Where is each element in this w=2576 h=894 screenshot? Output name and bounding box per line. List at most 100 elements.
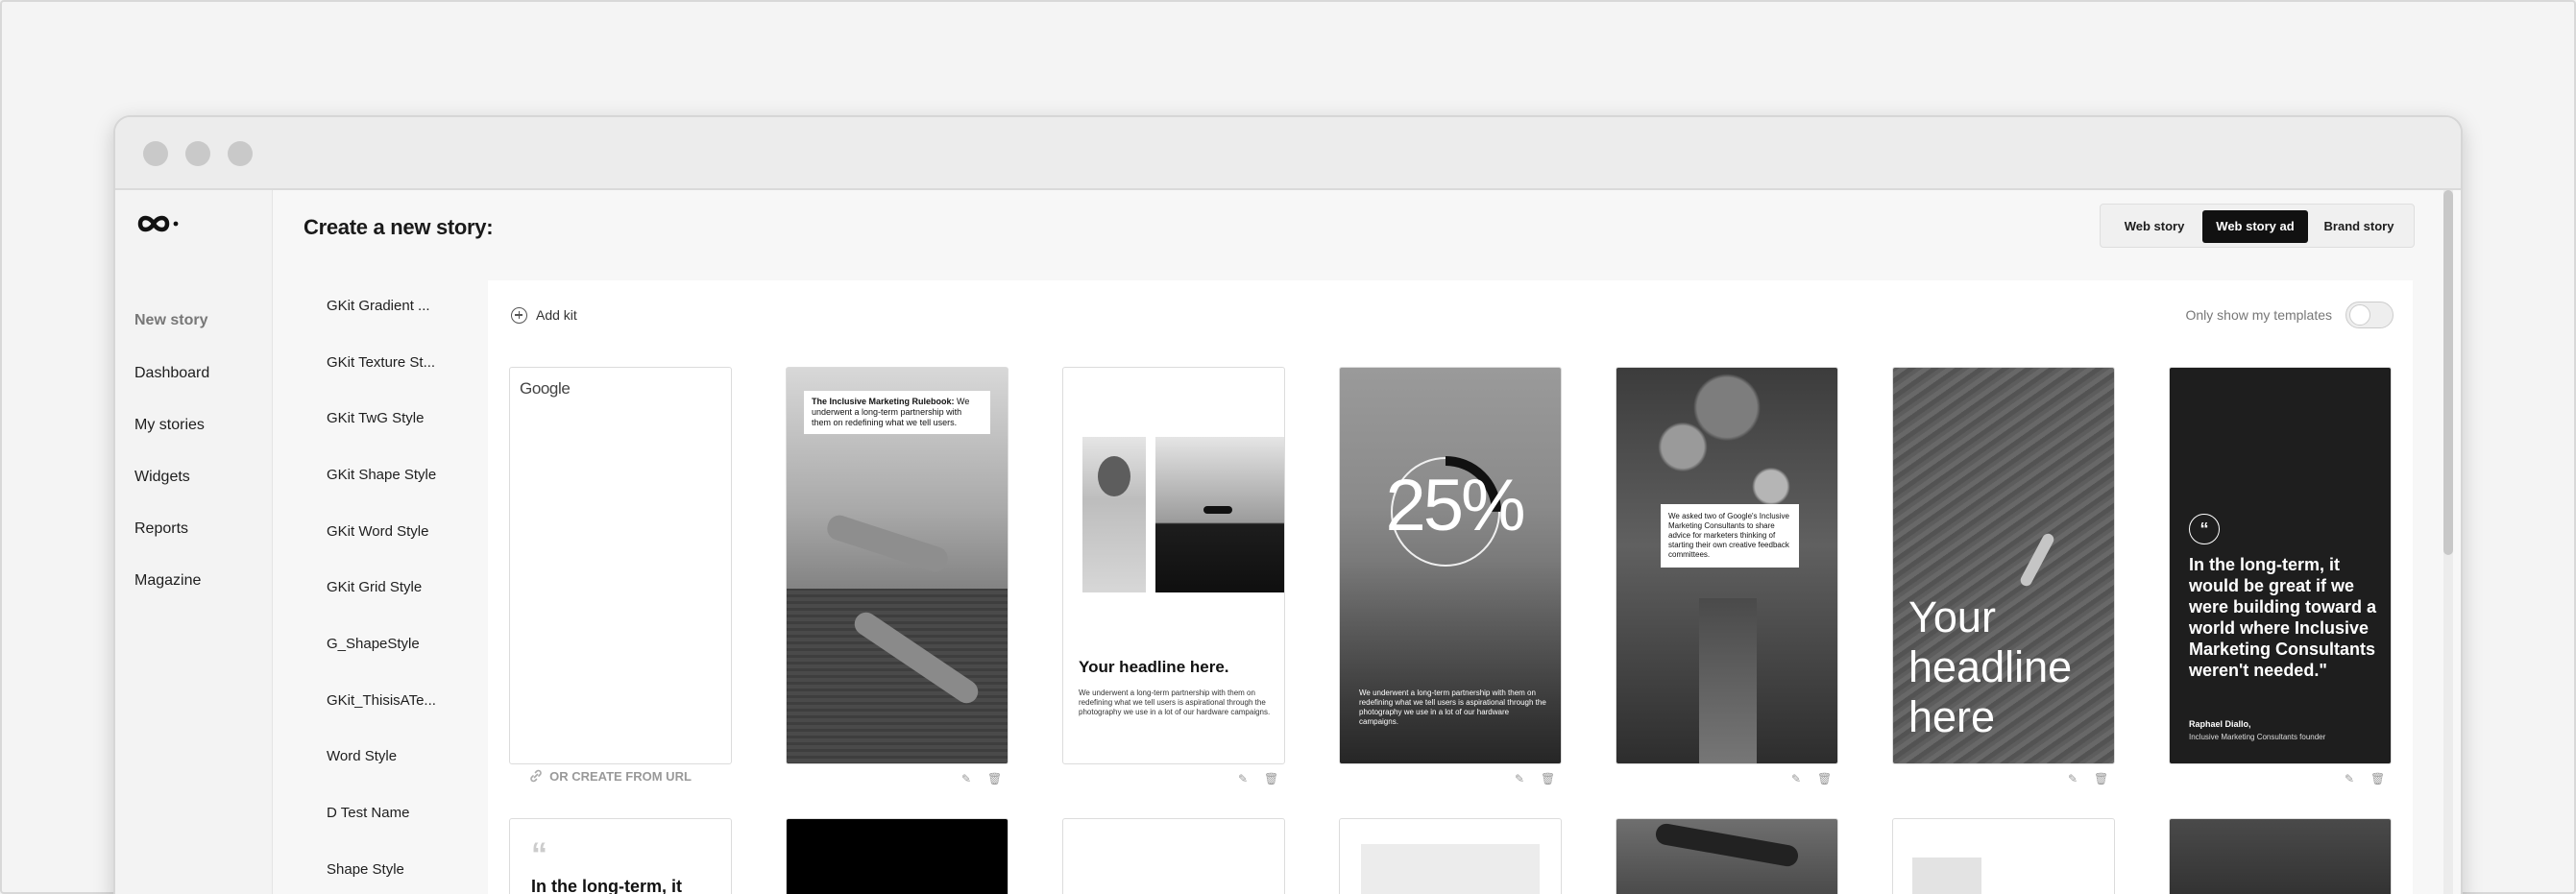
stat-value: 25% [1385,465,1525,546]
tab-brand-story[interactable]: Brand story [2308,210,2410,243]
diver-figure [1654,822,1800,868]
surfboard [1203,506,1232,514]
card-tools: ✎ 🗑 [1514,772,1562,787]
kit-item[interactable]: Shape Style [327,861,461,878]
quote-mark-icon: “ [2189,514,2220,544]
kayak-figure [2018,531,2056,589]
vertical-scrollbar[interactable] [2443,190,2453,894]
edit-pencil-icon[interactable]: ✎ [2344,772,2355,785]
kit-item[interactable]: GKit Gradient ... [327,298,461,314]
template-card-headline[interactable]: Your headline here. We underwent a long-… [1062,367,1285,764]
template-card-row2-photo[interactable] [1339,818,1562,894]
headline-text: Your headline here. [1079,658,1229,676]
quote-author-role: Inclusive Marketing Consultants founder [2189,733,2326,741]
template-card-row2-dark-photo[interactable] [2169,818,2392,894]
edit-pencil-icon[interactable]: ✎ [1237,772,1249,785]
water-headline: Your headline here [1908,592,2073,741]
only-mine-toggle[interactable] [2345,302,2394,328]
kit-item[interactable]: G_ShapeStyle [327,636,461,652]
story-type-switcher: Web story Web story ad Brand story [2100,204,2415,248]
portrait-head [1098,456,1130,496]
only-mine-label: Only show my templates [2185,307,2333,323]
template-card-row2-diver[interactable] [1616,818,1838,894]
delete-trash-icon[interactable]: 🗑 [1264,772,1278,785]
template-card-quote[interactable]: “ In the long-term, it would be great if… [2169,367,2392,764]
quote-mark-icon: “ [531,836,547,873]
delete-trash-icon[interactable]: 🗑 [2094,772,2108,785]
template-card-row2-image[interactable] [1892,818,2115,894]
row2-quote-text: In the long-term, it [531,877,682,894]
template-card-blank[interactable]: Google [509,367,732,764]
diver-figure [824,512,951,575]
browser-window: New story Dashboard My stories Widgets R… [113,115,2463,894]
nav-item-widgets[interactable]: Widgets [134,469,190,486]
headline-body: We underwent a long-term partnership wit… [1079,689,1271,716]
sidebar-nav: New story Dashboard My stories Widgets R… [115,190,273,894]
rulebook-text-box: The Inclusive Marketing Rulebook: We und… [804,391,990,434]
edit-pencil-icon[interactable]: ✎ [2067,772,2078,785]
nav-item-my-stories[interactable]: My stories [134,417,205,434]
template-card-row2-blank[interactable] [1062,818,1285,894]
create-from-url-link[interactable]: OR CREATE FROM URL [499,768,720,784]
template-card-stat[interactable]: 25% We underwent a long-term partnership… [1339,367,1562,764]
template-card-water[interactable]: Your headline here [1892,367,2115,764]
edit-pencil-icon[interactable]: ✎ [1790,772,1802,785]
google-wordmark: Google [520,379,571,398]
link-icon [530,769,542,783]
edit-pencil-icon[interactable]: ✎ [960,772,972,785]
logo-icon[interactable] [134,209,192,238]
photo-placeholder [1361,844,1540,894]
stat-body: We underwent a long-term partnership wit… [1359,689,1546,726]
template-card-rulebook[interactable]: The Inclusive Marketing Rulebook: We und… [786,367,1009,764]
kit-item[interactable]: D Test Name [327,805,461,821]
kit-item[interactable]: GKit Shape Style [327,467,461,483]
delete-trash-icon[interactable]: 🗑 [1541,772,1555,785]
template-card-row2-dark[interactable] [786,818,1009,894]
page-title: Create a new story: [304,215,494,239]
window-minimize-dot[interactable] [185,141,210,166]
template-card-row2-quote[interactable]: “ In the long-term, it [509,818,732,894]
kit-item[interactable]: GKit_ThisisATe... [327,692,461,709]
photo-placeholder [1912,858,1981,894]
tab-web-story[interactable]: Web story [2106,210,2202,243]
kit-item[interactable]: GKit Texture St... [327,354,461,371]
card-tools: ✎ 🗑 [2067,772,2115,787]
toggle-knob [2349,304,2370,326]
quote-author: Raphael Diallo, [2189,719,2251,729]
rulebook-title: The Inclusive Marketing Rulebook: [812,397,955,406]
kit-item[interactable]: GKit Word Style [327,523,461,540]
surfer-photo [1155,437,1284,592]
delete-trash-icon[interactable]: 🗑 [2370,772,2385,785]
nav-item-dashboard[interactable]: Dashboard [134,365,209,382]
bridge-path [1699,598,1757,763]
window-maximize-dot[interactable] [228,141,253,166]
tab-web-story-ad[interactable]: Web story ad [2202,210,2308,243]
delete-trash-icon[interactable]: 🗑 [1817,772,1832,785]
plus-circle-icon [511,306,527,324]
template-card-forest[interactable]: We asked two of Google's Inclusive Marke… [1616,367,1838,764]
nav-item-reports[interactable]: Reports [134,520,188,538]
card-tools: ✎ 🗑 [1237,772,1285,787]
kit-item[interactable]: GKit Grid Style [327,579,461,595]
create-from-url-label: OR CREATE FROM URL [549,768,692,784]
kit-item[interactable]: Word Style [327,748,461,764]
card-tools: ✎ 🗑 [2344,772,2392,787]
card-tools: ✎ 🗑 [1790,772,1838,787]
window-close-dot[interactable] [143,141,168,166]
kit-item[interactable]: GKit TwG Style [327,410,461,426]
forest-quote: We asked two of Google's Inclusive Marke… [1661,504,1799,568]
template-panel: Add kit Only show my templates Google OR… [488,280,2413,894]
edit-pencil-icon[interactable]: ✎ [1514,772,1525,785]
mountain-shade [1340,560,1561,763]
quote-text: In the long-term, it would be great if w… [2189,555,2377,680]
sea-image [787,589,1008,763]
card-tools: ✎ 🗑 [960,772,1009,787]
add-kit-button[interactable]: Add kit [511,305,577,325]
delete-trash-icon[interactable]: 🗑 [987,772,1002,785]
add-kit-label: Add kit [536,307,577,323]
scrollbar-thumb[interactable] [2443,190,2453,555]
portrait-photo [1082,437,1146,592]
window-titlebar [115,117,2461,190]
nav-item-new-story[interactable]: New story [134,312,207,329]
nav-item-magazine[interactable]: Magazine [134,572,201,590]
